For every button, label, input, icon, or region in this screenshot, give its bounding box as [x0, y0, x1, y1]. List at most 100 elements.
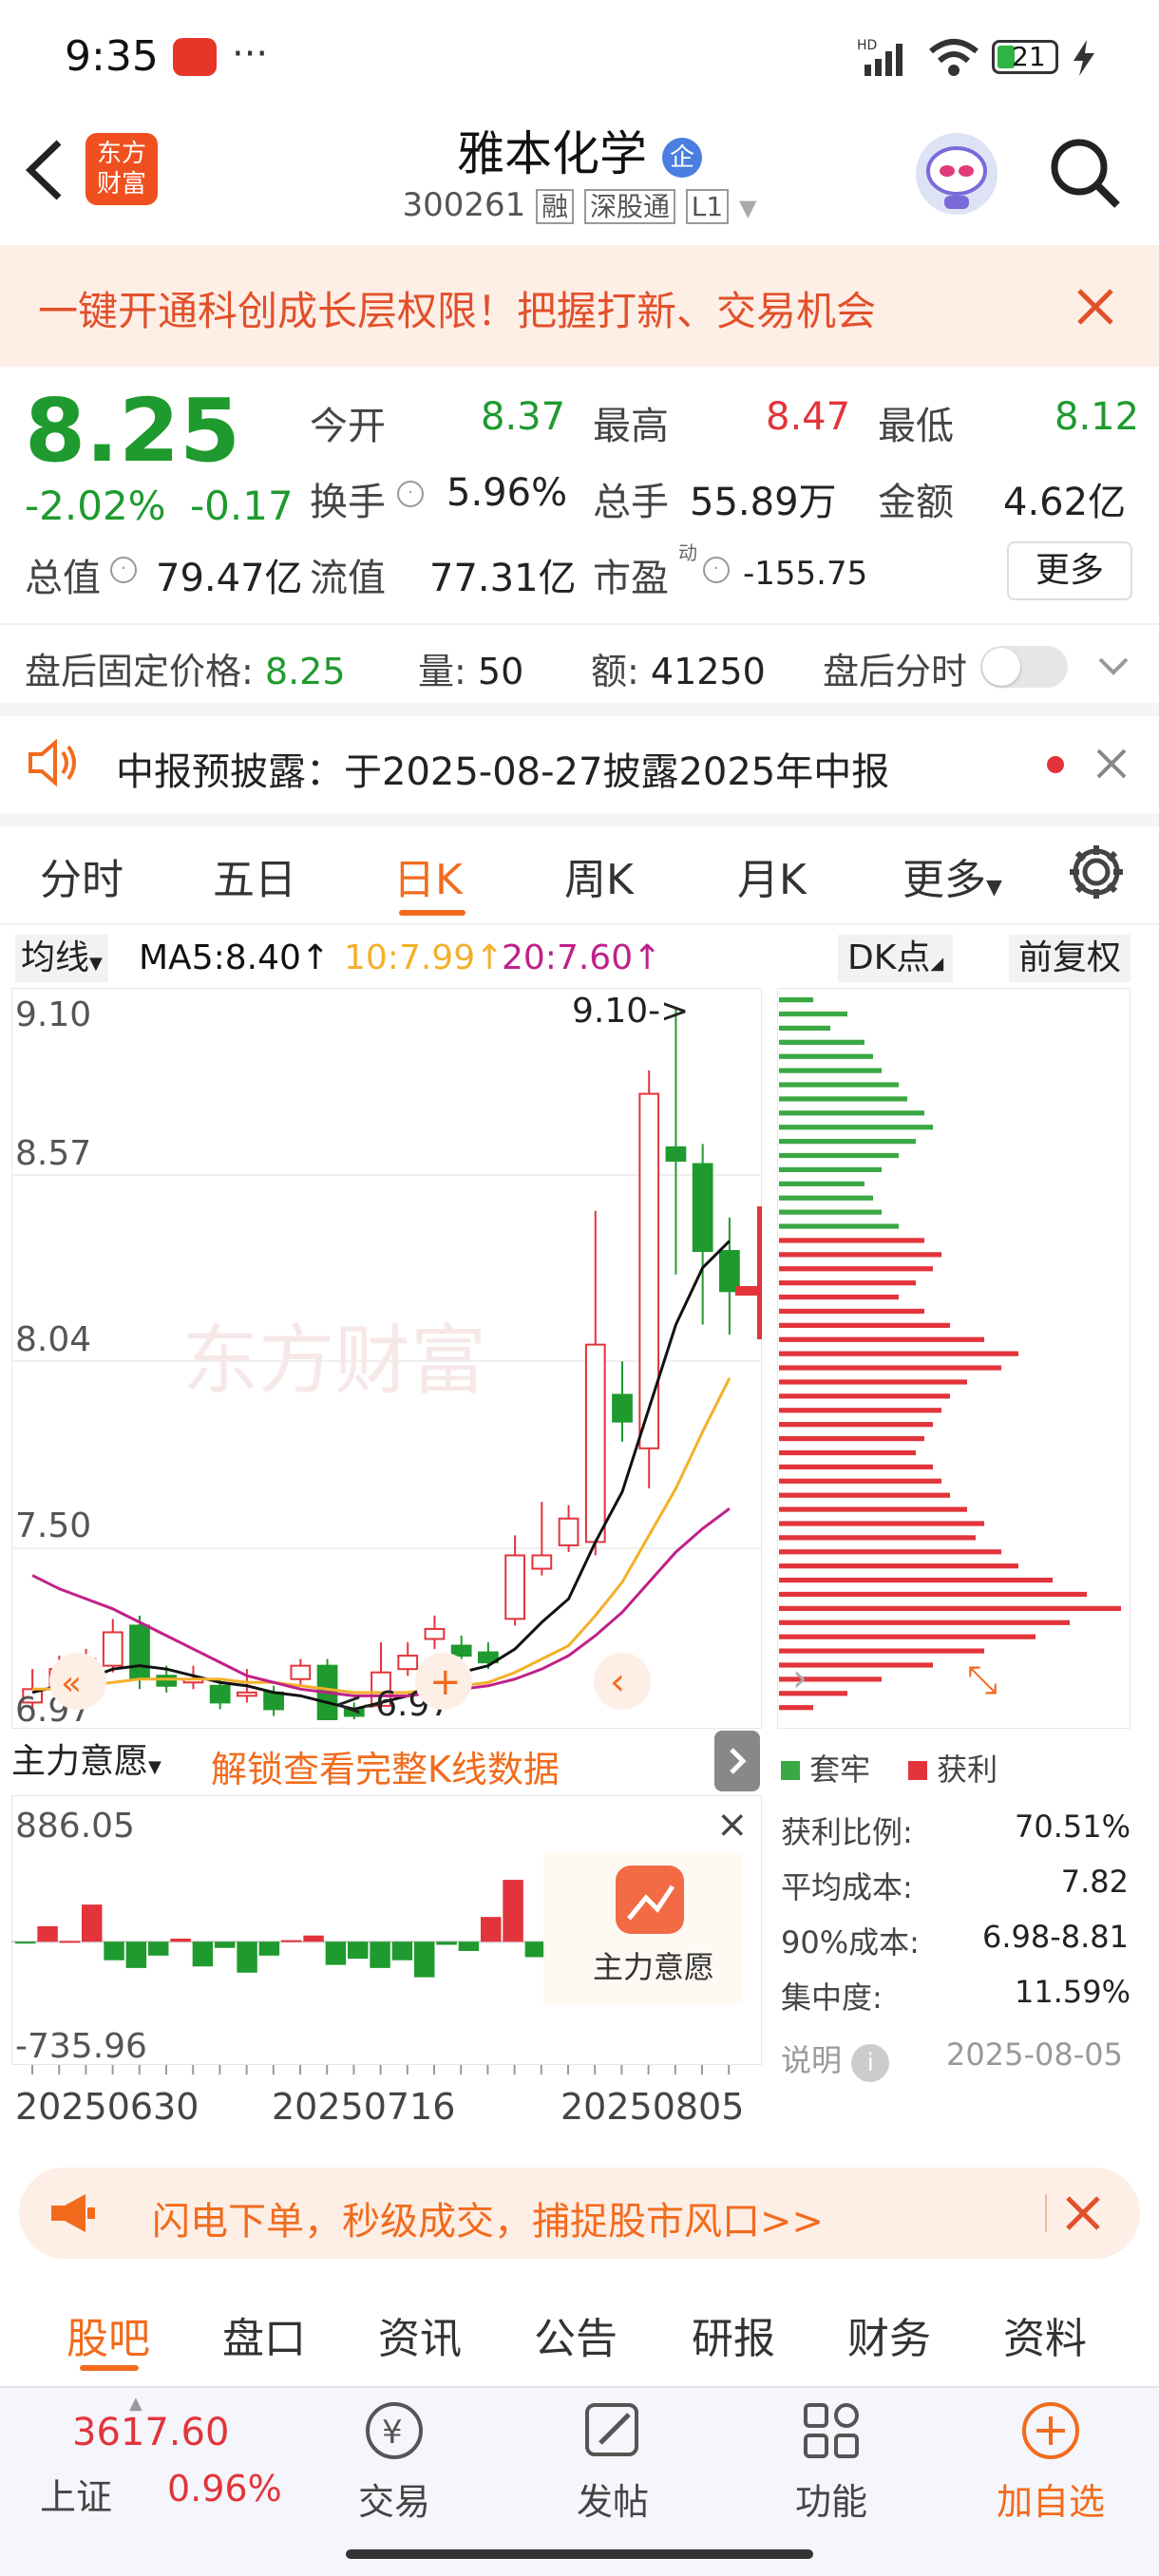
x-date-3: 20250805 — [560, 2086, 745, 2128]
index-value[interactable]: 3617.60 — [72, 2411, 229, 2454]
willingness-bar — [524, 1941, 546, 1958]
close-icon[interactable]: × — [716, 1803, 749, 1847]
close-icon[interactable] — [1074, 285, 1117, 332]
tab-more[interactable]: 更多▼ — [902, 845, 1002, 906]
unlock-link[interactable]: 解锁查看完整K线数据 — [211, 1740, 560, 1792]
willingness-bar — [192, 1941, 214, 1967]
tab-five-day[interactable]: 五日 — [213, 845, 296, 906]
stock-code: 300261 — [402, 186, 526, 224]
info-icon[interactable]: · — [703, 557, 730, 583]
willingness-bar — [237, 1941, 257, 1973]
candle-body — [450, 1644, 472, 1657]
caret-icon: ◢ — [930, 954, 944, 974]
adjust-button[interactable]: 前复权 — [1009, 935, 1131, 982]
ma-selector-label: 均线 — [21, 938, 90, 977]
legend-swatch-red — [908, 1761, 927, 1780]
chip-bar — [779, 997, 813, 1003]
chevron-down-icon[interactable] — [1094, 648, 1132, 690]
chip-bar — [779, 1252, 941, 1258]
notice-text[interactable]: 中报预披露：于2025-08-27披露2025年中报 — [116, 741, 889, 796]
ma-selector[interactable]: 均线▼ — [15, 935, 108, 982]
grid-icon — [804, 2403, 859, 2458]
info-icon[interactable]: · — [397, 481, 424, 507]
chevron-down-icon[interactable]: ▼ — [739, 195, 756, 221]
nav-functions[interactable]: 功能 — [770, 2397, 893, 2525]
search-icon[interactable] — [1045, 133, 1125, 217]
nav-add-watchlist[interactable]: 加自选 — [984, 2397, 1117, 2525]
after-hours-toggle[interactable] — [980, 646, 1068, 688]
megaphone-icon — [48, 2192, 97, 2238]
tab-daily-k[interactable]: 日K — [393, 845, 463, 906]
chip-bar — [779, 1393, 950, 1399]
close-icon[interactable] — [1064, 2194, 1102, 2236]
candle-body — [504, 1554, 525, 1620]
profit-ratio-value: 70.51% — [1015, 1809, 1131, 1845]
ma5-value: MA5:8.40↑ — [139, 938, 331, 977]
candle-body — [558, 1517, 580, 1546]
nav-post[interactable]: 发帖 — [551, 2397, 674, 2525]
willingness-bar — [436, 1941, 457, 1945]
high-value: 8.47 — [766, 395, 851, 439]
willingness-bar — [37, 1925, 58, 1942]
divider — [0, 703, 1159, 716]
chip-bar — [779, 1238, 924, 1243]
chip-bar — [779, 1422, 933, 1428]
gear-icon[interactable] — [1066, 842, 1127, 906]
chip-bar — [779, 1351, 1018, 1356]
indicator-selector[interactable]: 主力意愿▼ — [11, 1736, 162, 1788]
tab-forum[interactable]: 股吧 — [66, 2304, 150, 2365]
info-icon[interactable]: · — [110, 557, 137, 583]
index-name: 上证 — [40, 2476, 113, 2518]
more-button[interactable]: 更多 — [1007, 541, 1132, 600]
banner-text: 一键开通科创成长层权限！把握打新、交易机会 — [38, 288, 877, 334]
pe-value: -155.75 — [743, 555, 868, 593]
double-chevron-left-icon: « — [61, 1664, 82, 1703]
nav-trade[interactable]: ¥ 交易 — [332, 2397, 456, 2525]
y-tick-2: 8.57 — [15, 1134, 91, 1173]
tab-weekly-k[interactable]: 周K — [564, 845, 634, 906]
tab-announcements[interactable]: 公告 — [534, 2304, 618, 2365]
chip-distribution-chart[interactable]: › ⤡ — [777, 988, 1130, 1729]
yuan-exchange-icon: ¥ — [366, 2402, 423, 2459]
main-force-chart[interactable]: 886.05 -735.96 × 主力意愿 — [11, 1795, 762, 2065]
tab-news[interactable]: 资讯 — [378, 2304, 462, 2365]
expand-icon[interactable]: ⤡ — [967, 1658, 998, 1702]
robot-assistant-icon[interactable] — [916, 133, 998, 215]
promo-bar[interactable]: 闪电下单，秒级成交，捕捉股市风口>> — [19, 2168, 1140, 2259]
willingness-bar — [503, 1880, 523, 1942]
after-vol: 量: 50 — [418, 642, 523, 694]
tab-monthly-k[interactable]: 月K — [737, 845, 807, 906]
tab-profile[interactable]: 资料 — [1003, 2304, 1087, 2365]
bottom-nav: ▲ 3617.60 上证 0.96% ¥ 交易 发帖 功能 加自选 — [0, 2386, 1159, 2576]
chip-bar — [779, 1619, 1070, 1625]
chip-bar — [779, 1591, 1087, 1598]
tab-intraday[interactable]: 分时 — [40, 845, 124, 906]
after-vol-label: 量: — [418, 651, 466, 692]
willingness-bar — [15, 1941, 36, 1944]
close-icon[interactable] — [1094, 747, 1129, 785]
tab-orderbook[interactable]: 盘口 — [222, 2304, 306, 2365]
expand-panel-button[interactable] — [714, 1731, 760, 1791]
mktcap-label: 总值 — [25, 557, 101, 600]
note-link[interactable]: 说明 i — [781, 2036, 890, 2082]
pe-superscript: 动 — [678, 541, 697, 564]
speaker-icon — [27, 738, 84, 790]
tag-connect: 深股通 — [583, 189, 675, 224]
chevron-right-icon[interactable]: › — [792, 1657, 808, 1700]
willingness-bar — [125, 1941, 147, 1968]
legend-trapped: 套牢 — [781, 1746, 870, 1790]
dk-point-button[interactable]: DK点◢ — [838, 935, 954, 982]
promo-banner[interactable]: 一键开通科创成长层权限！把握打新、交易机会 — [0, 245, 1159, 367]
promo-text: 闪电下单，秒级成交，捕捉股市风口>> — [152, 2200, 825, 2244]
chip-bar — [779, 1209, 882, 1215]
volume-value: 55.89万 — [690, 481, 837, 524]
chip-bar — [779, 1223, 899, 1229]
chip-bar — [779, 1308, 924, 1315]
candle-body — [531, 1554, 553, 1570]
kline-chart[interactable]: 东方财富 9.10 8.57 8.04 7.50 6.97 9.10-> <-6… — [11, 988, 762, 1729]
tab-financials[interactable]: 财务 — [847, 2304, 931, 2365]
tab-research[interactable]: 研报 — [692, 2304, 775, 2365]
caret-down-icon: ▼ — [89, 954, 103, 974]
tab-more-label: 更多 — [902, 856, 986, 904]
current-price: 8.25 — [25, 380, 240, 482]
